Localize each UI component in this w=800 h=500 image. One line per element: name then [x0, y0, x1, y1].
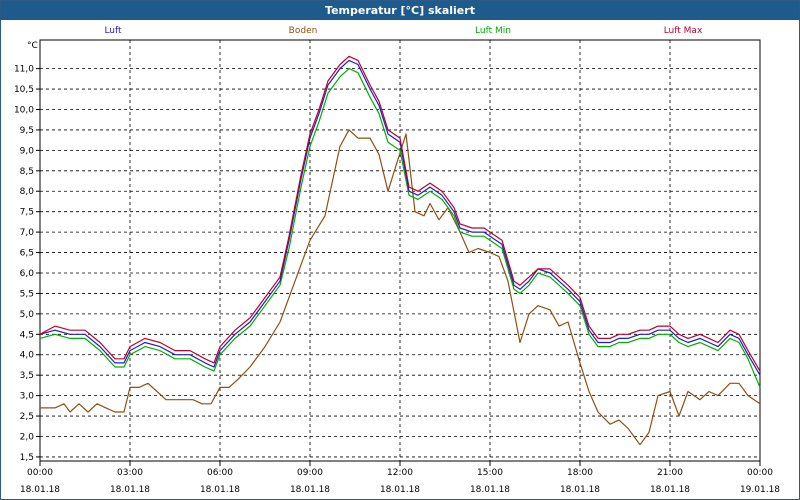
x-tick-time: 06:00	[207, 468, 233, 478]
x-tick-date: 18.01.18	[380, 485, 420, 495]
legend-entry-luft-min: Luft Min	[475, 26, 511, 36]
temperature-chart: 1,5 2,0 2,5 3,0 3,5 4,0 4,5 5,0 5,5 6,0 6,5 7,0 7,5 8…	[14, 26, 780, 495]
y-tick-label: 8,0	[20, 187, 35, 197]
y-tick-label: 9,0	[20, 146, 35, 156]
x-tick-time: 03:00	[117, 468, 143, 478]
y-axis: 1,5 2,0 2,5 3,0 3,5 4,0 4,5 5,0 5,5 6,0 6,5 7,0 7,5 8…	[14, 65, 40, 463]
grid-lines	[40, 40, 760, 461]
x-tick-date: 18.01.18	[650, 485, 690, 495]
y-tick-label: 11,0	[14, 65, 34, 75]
y-tick-label: 10,5	[14, 85, 34, 95]
y-tick-label: 5,0	[20, 310, 35, 320]
y-tick-label: 3,5	[20, 371, 34, 381]
legend-entry-luft-max: Luft Max	[664, 26, 703, 36]
x-tick-time: 21:00	[657, 468, 683, 478]
y-tick-label: 9,5	[20, 126, 34, 136]
x-tick-time: 00:00	[27, 468, 53, 478]
x-tick-date: 18.01.18	[20, 485, 60, 495]
y-tick-label: 6,0	[20, 269, 35, 279]
x-tick-date: 18.01.18	[200, 485, 240, 495]
x-tick-date: 18.01.18	[290, 485, 330, 495]
y-tick-label: 5,5	[20, 289, 34, 299]
y-tick-label: 3,0	[20, 392, 35, 402]
x-tick-date: 19.01.18	[740, 485, 780, 495]
x-tick-date: 18.01.18	[470, 485, 510, 495]
legend: Luft Boden Luft Min Luft Max	[104, 26, 703, 36]
x-tick-date: 18.01.18	[110, 485, 150, 495]
x-tick-time: 12:00	[387, 468, 413, 478]
y-tick-label: 10,0	[14, 105, 34, 115]
y-tick-label: 7,0	[20, 228, 35, 238]
legend-entry-luft: Luft	[104, 26, 122, 36]
y-tick-label: 2,5	[20, 412, 34, 422]
legend-entry-boden: Boden	[289, 26, 318, 36]
x-tick-time: 00:00	[747, 468, 773, 478]
y-axis-label: °C	[27, 41, 38, 51]
y-tick-label: 6,5	[20, 249, 34, 259]
y-tick-label: 2,0	[20, 432, 35, 442]
y-tick-label: 4,0	[20, 351, 35, 361]
x-tick-time: 15:00	[477, 468, 503, 478]
x-axis: 00:00 18.01.18 03:00 18.01.18 06:00 18.01.18 0…	[20, 461, 780, 495]
x-tick-time: 09:00	[297, 468, 323, 478]
y-tick-label: 4,5	[20, 330, 34, 340]
x-tick-time: 18:00	[567, 468, 593, 478]
y-tick-label: 1,5	[20, 453, 34, 463]
x-tick-date: 18.01.18	[560, 485, 600, 495]
y-tick-label: 8,5	[20, 167, 34, 177]
y-tick-label: 7,5	[20, 208, 34, 218]
